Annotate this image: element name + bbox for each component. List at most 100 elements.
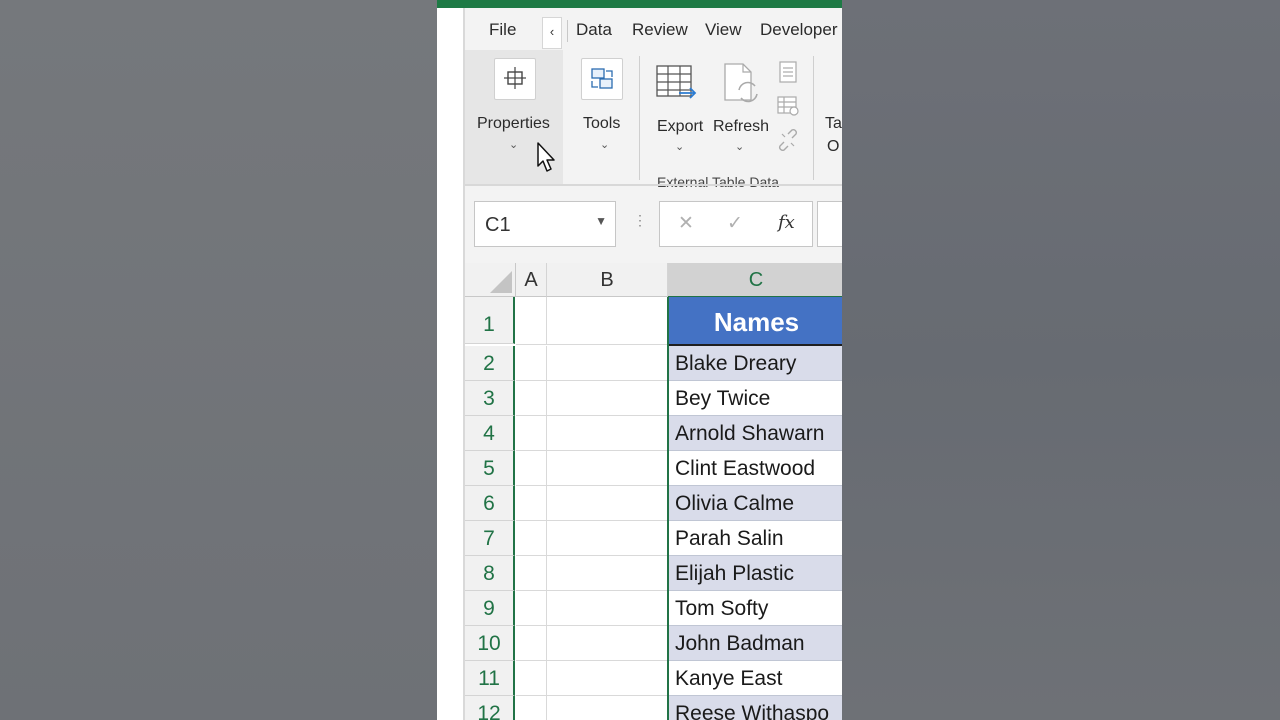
chevron-down-icon: ⌄ (735, 141, 745, 153)
export-label: Export (657, 118, 704, 135)
left-background (0, 0, 437, 720)
row-header[interactable]: 11 (465, 661, 515, 696)
group-separator (813, 56, 814, 180)
table-options-label[interactable]: Ta (825, 115, 842, 133)
name-cell[interactable]: Parah Salin (669, 521, 842, 556)
excel-window: File ‹ Data Review View Developer Proper… (437, 0, 842, 720)
name-cell[interactable]: Kanye East (669, 661, 842, 696)
table-cell[interactable] (516, 591, 547, 626)
export-icon (656, 65, 697, 99)
name-cell[interactable]: Elijah Plastic (669, 556, 842, 591)
table-cell[interactable] (547, 696, 668, 720)
name-box-dropdown-icon[interactable]: ▼ (595, 214, 607, 228)
select-all-triangle-icon (490, 271, 512, 293)
tab-data[interactable]: Data (576, 20, 612, 40)
mouse-pointer-icon (537, 142, 555, 172)
column-header-c[interactable]: C (668, 263, 842, 298)
row-header[interactable]: 5 (465, 451, 515, 486)
table-cell[interactable] (547, 556, 668, 591)
name-cell[interactable]: Arnold Shawarn (669, 416, 842, 451)
table-header-cell[interactable]: Names (669, 297, 842, 346)
ribbon-tabs: File ‹ Data Review View Developer (465, 8, 842, 50)
table-cell[interactable] (516, 381, 547, 416)
row-header[interactable]: 8 (465, 556, 515, 591)
ribbon: Properties ⌄ Tools ⌄ Export ⌄ Refresh ⌄ … (465, 50, 842, 190)
ribbon-bottom-border (465, 184, 842, 186)
table-cell[interactable] (516, 416, 547, 451)
row-header[interactable]: 12 (465, 696, 515, 720)
tab-view[interactable]: View (705, 20, 742, 40)
name-cell[interactable]: Olivia Calme (669, 486, 842, 521)
insert-function-icon[interactable]: fx (778, 212, 795, 233)
table-cell[interactable] (516, 451, 547, 486)
name-box-value: C1 (485, 214, 511, 236)
name-box[interactable]: C1 ▼ (474, 201, 616, 247)
name-cell[interactable]: Clint Eastwood (669, 451, 842, 486)
selection-border (667, 297, 669, 720)
name-cell[interactable]: John Badman (669, 626, 842, 661)
row-header[interactable]: 4 (465, 416, 515, 451)
cell-a1[interactable] (516, 297, 547, 345)
table-cell[interactable] (547, 486, 668, 521)
table-cell[interactable] (547, 416, 668, 451)
column-header-b[interactable]: B (547, 263, 668, 297)
row-header[interactable]: 2 (465, 346, 515, 381)
worksheet-grid: A B C 1 Names 2 Blake Dreary 3 Bey Twice… (465, 263, 842, 720)
formula-input[interactable] (817, 201, 842, 247)
name-cell[interactable]: Reese Withaspo (669, 696, 842, 720)
cancel-icon[interactable]: ✕ (678, 212, 694, 235)
cell-b1[interactable] (547, 297, 668, 345)
formula-bar: C1 ▼ ⋮ ✕ ✓ fx (465, 188, 842, 264)
properties-small-icon[interactable] (776, 60, 800, 84)
table-cell[interactable] (516, 346, 547, 381)
chevron-down-icon: ⌄ (675, 141, 685, 153)
right-background (842, 0, 1280, 720)
export-button[interactable]: Export ⌄ (647, 50, 709, 160)
table-cell[interactable] (547, 381, 668, 416)
table-cell[interactable] (516, 556, 547, 591)
table-cell[interactable] (547, 451, 668, 486)
unlink-icon[interactable] (776, 128, 800, 152)
table-cell[interactable] (547, 661, 668, 696)
chevron-down-icon: ⌄ (600, 139, 610, 151)
enter-icon[interactable]: ✓ (727, 212, 743, 235)
excel-app: File ‹ Data Review View Developer Proper… (463, 8, 842, 720)
tools-label: Tools (583, 115, 621, 132)
table-cell[interactable] (547, 521, 668, 556)
table-cell[interactable] (516, 661, 547, 696)
tools-button[interactable]: Tools ⌄ (569, 50, 639, 184)
row-header[interactable]: 10 (465, 626, 515, 661)
table-cell[interactable] (516, 626, 547, 661)
row-header[interactable]: 7 (465, 521, 515, 556)
tab-review[interactable]: Review (632, 20, 688, 40)
table-cell[interactable] (547, 626, 668, 661)
select-all-button[interactable] (465, 263, 516, 297)
formula-bar-splitter[interactable]: ⋮ (633, 212, 647, 229)
table-cell[interactable] (516, 696, 547, 720)
refresh-button[interactable]: Refresh ⌄ (709, 50, 771, 160)
tab-separator (567, 20, 568, 42)
row-header[interactable]: 6 (465, 486, 515, 521)
refresh-label: Refresh (713, 118, 770, 135)
window-left-edge (437, 8, 463, 720)
tab-developer[interactable]: Developer (760, 20, 838, 40)
tab-file[interactable]: File (489, 20, 516, 40)
table-cell[interactable] (547, 591, 668, 626)
properties-icon (494, 58, 536, 100)
name-cell[interactable]: Tom Softy (669, 591, 842, 626)
group-separator (639, 56, 640, 180)
column-header-a[interactable]: A (516, 263, 547, 297)
table-cell[interactable] (516, 486, 547, 521)
open-in-browser-icon[interactable] (776, 94, 800, 118)
table-cell[interactable] (516, 521, 547, 556)
table-options-label-line2: O (827, 138, 840, 155)
tab-scroll-left-button[interactable]: ‹ (542, 17, 562, 49)
row-header[interactable]: 9 (465, 591, 515, 626)
name-cell[interactable]: Bey Twice (669, 381, 842, 416)
row-header[interactable]: 3 (465, 381, 515, 416)
table-cell[interactable] (547, 346, 668, 381)
title-bar-strip (437, 0, 842, 8)
refresh-icon (724, 63, 758, 103)
name-cell[interactable]: Blake Dreary (669, 346, 842, 381)
row-header[interactable]: 1 (465, 297, 515, 344)
